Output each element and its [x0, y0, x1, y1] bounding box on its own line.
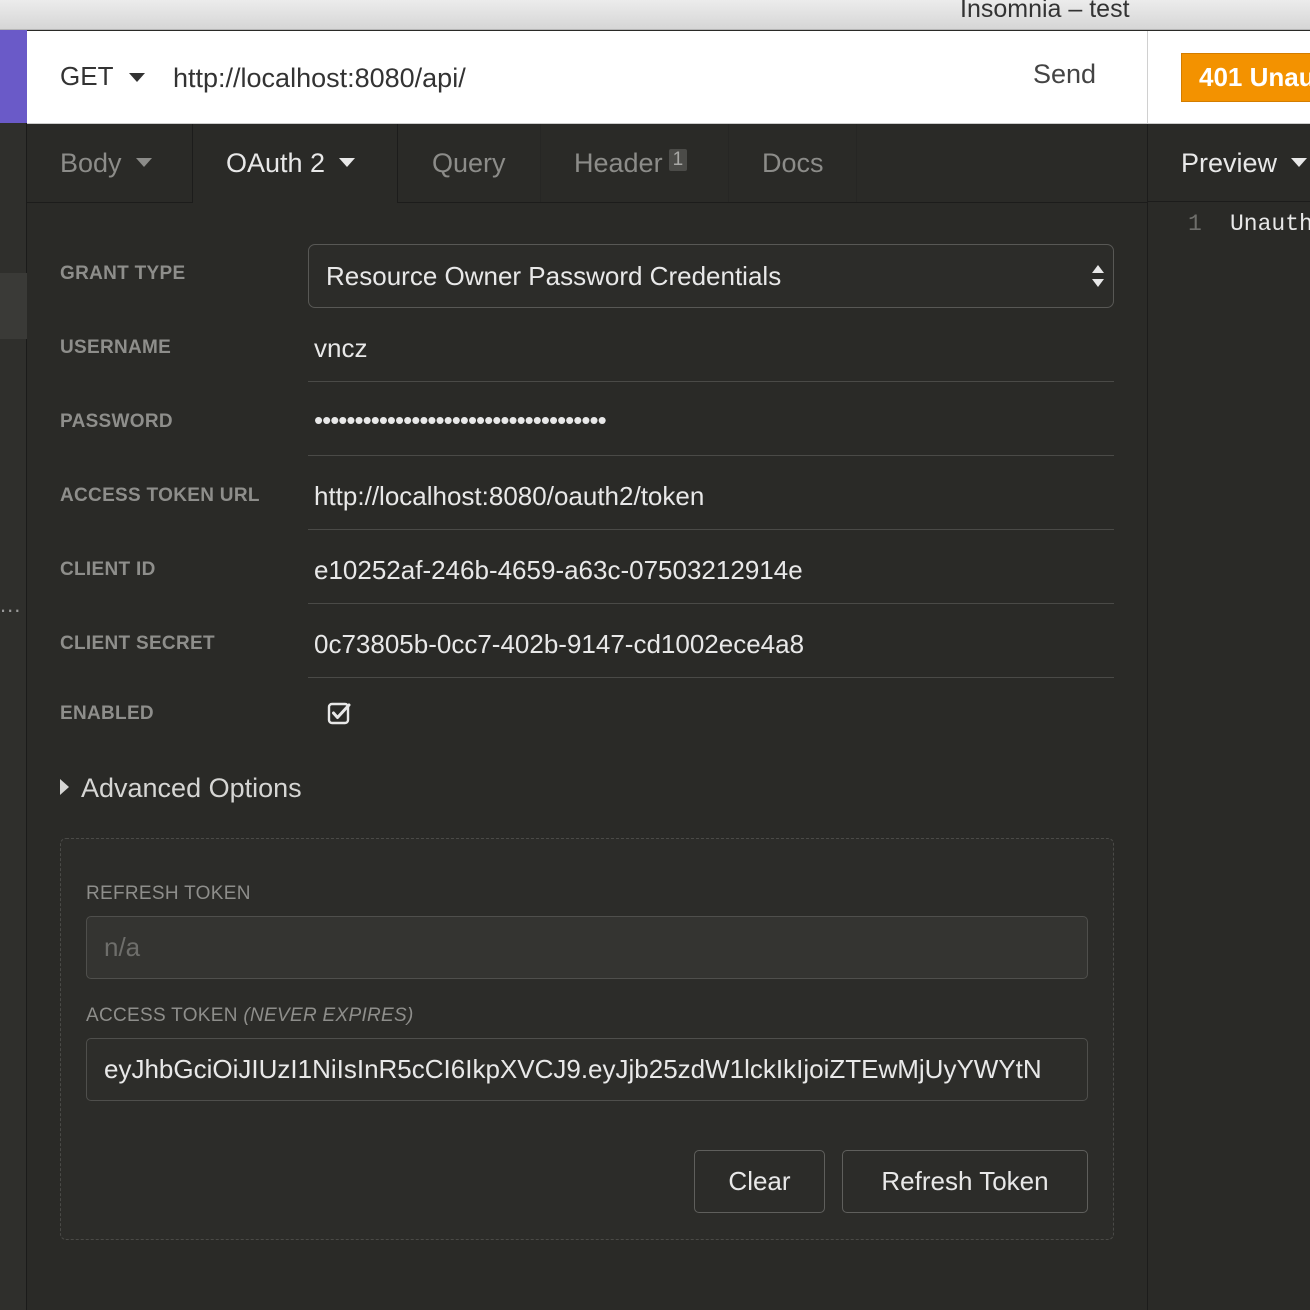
chevron-down-icon	[1291, 158, 1308, 168]
token-panel: REFRESH TOKEN n/a ACCESS TOKEN (NEVER EX…	[60, 838, 1114, 1240]
password-value: ••••••••••••••••••••••••••••••••••••	[314, 405, 607, 435]
tab-body-label: Body	[60, 148, 122, 178]
client-secret-field[interactable]: 0c73805b-0cc7-402b-9147-cd1002ece4a8	[308, 617, 1114, 678]
tab-docs[interactable]: Docs	[729, 124, 857, 202]
client-secret-label: CLIENT SECRET	[60, 633, 215, 654]
tab-header[interactable]: Header 1	[541, 124, 729, 202]
enabled-checkbox[interactable]	[327, 701, 351, 725]
window-titlebar: Insomnia – test	[0, 0, 1310, 30]
access-token-url-field[interactable]: http://localhost:8080/oauth2/token	[308, 469, 1114, 530]
caret-right-icon	[60, 778, 69, 795]
access-token-url-label: ACCESS TOKEN URL	[60, 485, 260, 506]
response-header: 401 Unau	[1147, 31, 1310, 124]
client-id-label: CLIENT ID	[60, 559, 156, 580]
url-input[interactable]	[173, 51, 993, 105]
url-bar: GET Send	[27, 31, 1147, 124]
request-tabs: Body OAuth 2 Query Header 1 Docs	[27, 124, 1147, 203]
status-badge: 401 Unau	[1181, 53, 1310, 102]
username-value: vncz	[314, 333, 368, 363]
clear-button[interactable]: Clear	[694, 1150, 825, 1213]
tab-header-label: Header	[574, 148, 663, 178]
method-dropdown[interactable]: GET	[60, 61, 113, 92]
refresh-token-button[interactable]: Refresh Token	[842, 1150, 1088, 1213]
password-field[interactable]: ••••••••••••••••••••••••••••••••••••	[308, 395, 1114, 456]
sidebar-more-dots[interactable]: ...	[0, 592, 21, 618]
tab-preview-label: Preview	[1181, 148, 1278, 178]
tab-oauth2[interactable]: OAuth 2	[193, 124, 398, 203]
tab-body[interactable]: Body	[27, 124, 193, 202]
access-token-label: ACCESS TOKEN	[86, 1005, 238, 1026]
header-count-badge: 1	[668, 149, 688, 171]
refresh-token-value: n/a	[104, 932, 141, 962]
response-body-text: Unauth	[1230, 211, 1310, 237]
tab-preview[interactable]: Preview	[1181, 148, 1308, 179]
grant-type-value: Resource Owner Password Credentials	[326, 261, 782, 291]
send-button[interactable]: Send	[1033, 59, 1096, 90]
advanced-options-label: Advanced Options	[81, 773, 302, 803]
refresh-token-label: REFRESH TOKEN	[86, 883, 251, 904]
sidebar-selected-item[interactable]	[0, 273, 27, 339]
username-label: USERNAME	[60, 337, 172, 358]
client-id-value: e10252af-246b-4659-a63c-07503212914e	[314, 555, 803, 585]
line-number: 1	[1188, 211, 1202, 237]
username-field[interactable]: vncz	[308, 321, 1114, 382]
client-secret-value: 0c73805b-0cc7-402b-9147-cd1002ece4a8	[314, 629, 805, 659]
grant-type-label: GRANT TYPE	[60, 263, 186, 284]
access-token-url-value: http://localhost:8080/oauth2/token	[314, 481, 705, 511]
advanced-options-toggle[interactable]: Advanced Options	[60, 773, 302, 804]
sidebar-edge: ...	[0, 30, 27, 1310]
access-token-label-row: ACCESS TOKEN (NEVER EXPIRES)	[86, 1005, 414, 1027]
client-id-field[interactable]: e10252af-246b-4659-a63c-07503212914e	[308, 543, 1114, 604]
access-token-field[interactable]: eyJhbGciOiJIUzI1NiIsInR5cCI6IkpXVCJ9.eyJ…	[86, 1038, 1088, 1101]
access-token-expiry: (NEVER EXPIRES)	[243, 1005, 414, 1026]
chevron-down-icon	[135, 158, 152, 168]
grant-type-select[interactable]: Resource Owner Password Credentials	[308, 244, 1114, 308]
access-token-value: eyJhbGciOiJIUzI1NiIsInR5cCI6IkpXVCJ9.eyJ…	[104, 1054, 1042, 1084]
enabled-label: ENABLED	[60, 703, 154, 724]
divider	[1148, 201, 1310, 202]
response-pane: Preview 1 Unauth	[1147, 124, 1310, 1310]
chevron-down-icon[interactable]	[129, 73, 145, 82]
tab-query[interactable]: Query	[398, 124, 541, 202]
tab-query-label: Query	[432, 148, 506, 178]
password-label: PASSWORD	[60, 411, 173, 432]
select-arrows-icon	[1092, 265, 1104, 287]
sidebar-workspace-header[interactable]	[0, 30, 27, 123]
chevron-down-icon	[339, 158, 356, 168]
request-pane: Body OAuth 2 Query Header 1 Docs GRANT TY…	[27, 124, 1147, 1310]
window-title: Insomnia – test	[960, 0, 1130, 23]
tab-oauth2-label: OAuth 2	[226, 148, 326, 178]
refresh-token-field[interactable]: n/a	[86, 916, 1088, 979]
tab-docs-label: Docs	[762, 148, 824, 178]
